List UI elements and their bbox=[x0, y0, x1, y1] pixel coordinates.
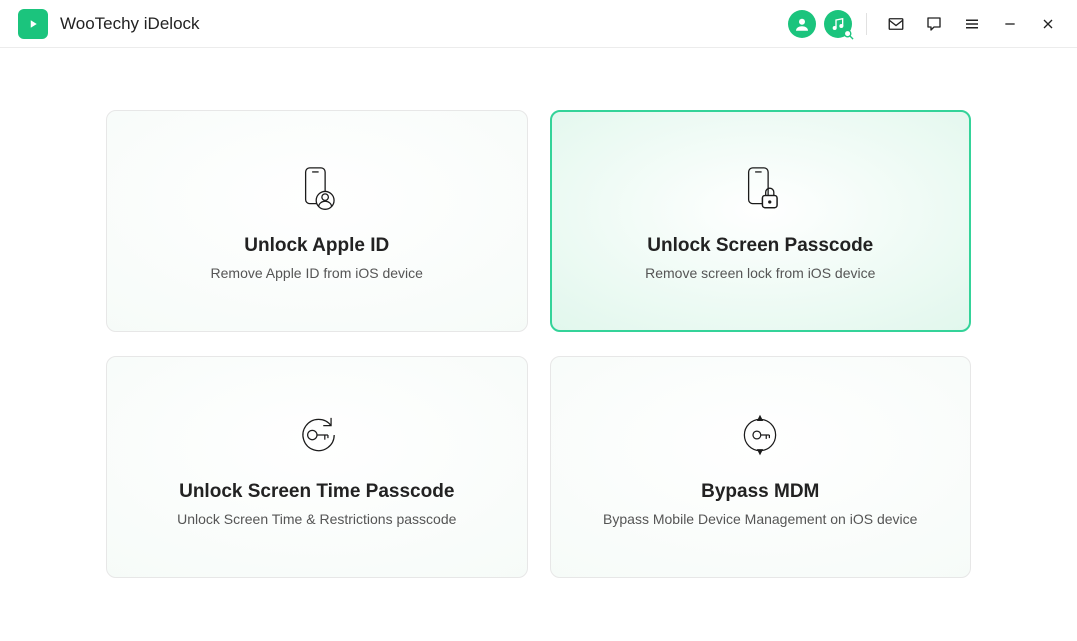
logo-play-icon bbox=[24, 15, 42, 33]
speech-bubble-icon bbox=[925, 15, 943, 33]
card-unlock-screen-passcode[interactable]: Unlock Screen Passcode Remove screen loc… bbox=[550, 110, 972, 332]
account-button[interactable] bbox=[788, 10, 816, 38]
card-unlock-apple-id[interactable]: Unlock Apple ID Remove Apple ID from iOS… bbox=[106, 110, 528, 332]
card-unlock-screen-time-passcode[interactable]: Unlock Screen Time Passcode Unlock Scree… bbox=[106, 356, 528, 578]
app-logo bbox=[18, 9, 48, 39]
titlebar-divider bbox=[866, 13, 867, 35]
close-icon bbox=[1040, 16, 1056, 32]
mail-icon bbox=[887, 15, 905, 33]
feedback-button[interactable] bbox=[919, 9, 949, 39]
menu-button[interactable] bbox=[957, 9, 987, 39]
hamburger-icon bbox=[963, 15, 981, 33]
mail-button[interactable] bbox=[881, 9, 911, 39]
phone-lock-icon bbox=[734, 161, 786, 217]
card-title: Unlock Apple ID bbox=[244, 235, 389, 257]
music-search-button[interactable] bbox=[824, 10, 852, 38]
titlebar: WooTechy iDelock bbox=[0, 0, 1077, 48]
card-bypass-mdm[interactable]: Bypass MDM Bypass Mobile Device Manageme… bbox=[550, 356, 972, 578]
person-icon bbox=[793, 15, 811, 33]
options-grid: Unlock Apple ID Remove Apple ID from iOS… bbox=[106, 110, 971, 578]
card-desc: Unlock Screen Time & Restrictions passco… bbox=[177, 511, 456, 527]
close-button[interactable] bbox=[1033, 9, 1063, 39]
minimize-button[interactable] bbox=[995, 9, 1025, 39]
minimize-icon bbox=[1002, 16, 1018, 32]
main-content: Unlock Apple ID Remove Apple ID from iOS… bbox=[0, 48, 1077, 578]
titlebar-right bbox=[788, 9, 1063, 39]
card-title: Bypass MDM bbox=[701, 481, 819, 503]
app-title: WooTechy iDelock bbox=[60, 14, 200, 34]
magnifier-icon bbox=[843, 29, 854, 40]
card-title: Unlock Screen Passcode bbox=[647, 235, 873, 257]
card-desc: Remove screen lock from iOS device bbox=[645, 265, 875, 281]
phone-user-icon bbox=[291, 161, 343, 217]
card-title: Unlock Screen Time Passcode bbox=[179, 481, 454, 503]
compass-key-icon bbox=[735, 407, 785, 463]
key-refresh-icon bbox=[292, 407, 342, 463]
card-desc: Remove Apple ID from iOS device bbox=[211, 265, 423, 281]
card-desc: Bypass Mobile Device Management on iOS d… bbox=[603, 511, 917, 527]
